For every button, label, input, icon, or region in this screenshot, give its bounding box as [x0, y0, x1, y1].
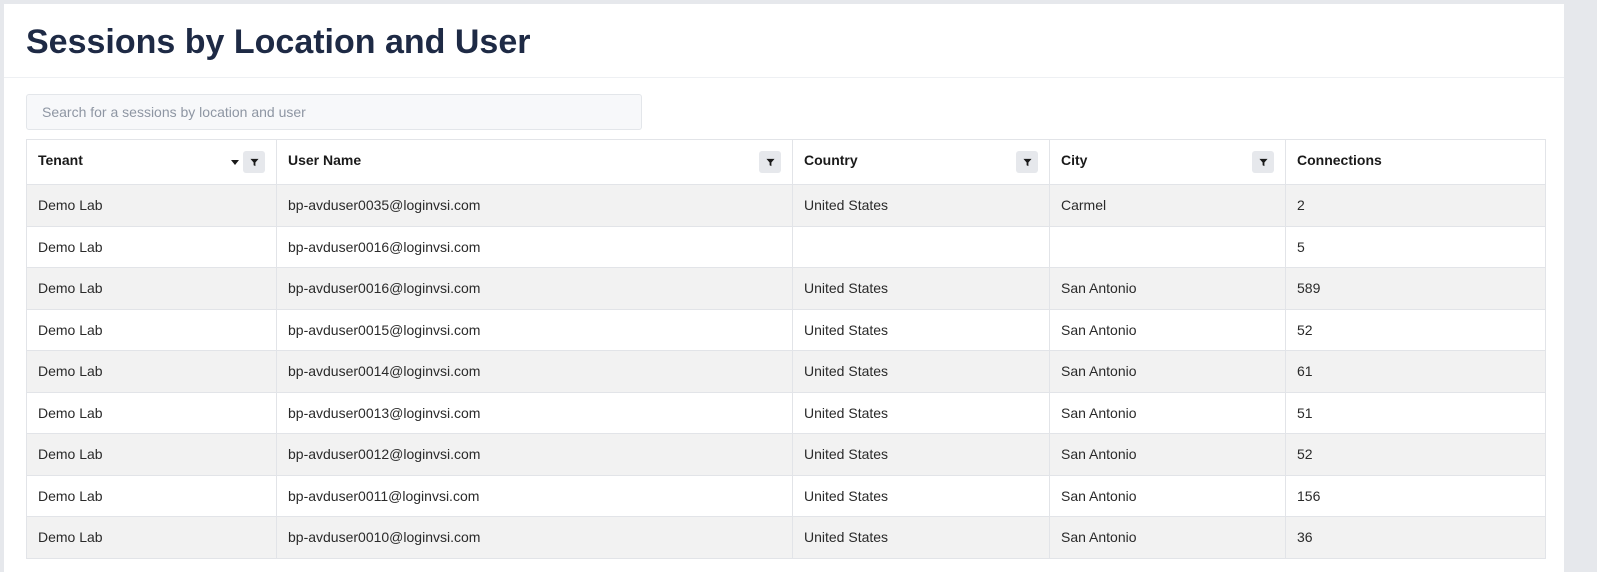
cell-country: United States [792, 474, 1050, 517]
column-header-country[interactable]: Country [792, 139, 1050, 185]
table-row[interactable]: Demo Lab bp-avduser0015@loginvsi.com Uni… [26, 308, 1546, 351]
cell-connections: 589 [1285, 267, 1546, 310]
cell-user-name: bp-avduser0016@loginvsi.com [276, 225, 793, 268]
page-header: Sessions by Location and User [4, 4, 1564, 78]
cell-country: United States [792, 433, 1050, 476]
cell-city: San Antonio [1049, 516, 1286, 559]
cell-user-name: bp-avduser0014@loginvsi.com [276, 350, 793, 393]
column-header-user-name[interactable]: User Name [276, 139, 793, 185]
cell-user-name: bp-avduser0012@loginvsi.com [276, 433, 793, 476]
cell-connections: 36 [1285, 516, 1546, 559]
funnel-icon [1258, 158, 1268, 166]
cell-user-name: bp-avduser0013@loginvsi.com [276, 391, 793, 434]
cell-country: United States [792, 350, 1050, 393]
table-row[interactable]: Demo Lab bp-avduser0035@loginvsi.com Uni… [26, 184, 1546, 227]
cell-connections: 5 [1285, 225, 1546, 268]
column-header-label: User Name [288, 152, 362, 168]
cell-city: San Antonio [1049, 350, 1286, 393]
cell-country: United States [792, 516, 1050, 559]
cell-tenant: Demo Lab [26, 516, 277, 559]
cell-tenant: Demo Lab [26, 184, 277, 227]
cell-connections: 61 [1285, 350, 1546, 393]
cell-city: San Antonio [1049, 474, 1286, 517]
column-header-city[interactable]: City [1049, 139, 1286, 185]
cell-connections: 52 [1285, 308, 1546, 351]
cell-tenant: Demo Lab [26, 225, 277, 268]
cell-city: San Antonio [1049, 267, 1286, 310]
search-input[interactable] [26, 94, 642, 130]
cell-tenant: Demo Lab [26, 433, 277, 476]
cell-city: San Antonio [1049, 433, 1286, 476]
country-filter-button[interactable] [1016, 151, 1038, 173]
table-row[interactable]: Demo Lab bp-avduser0016@loginvsi.com 5 [26, 225, 1546, 268]
cell-tenant: Demo Lab [26, 308, 277, 351]
funnel-icon [765, 158, 775, 166]
table-header-row: Tenant User Name Country City Connection… [26, 139, 1546, 185]
funnel-icon [1022, 158, 1032, 166]
column-header-label: City [1061, 152, 1088, 168]
cell-connections: 52 [1285, 433, 1546, 476]
page-title: Sessions by Location and User [26, 23, 531, 61]
column-header-label: Connections [1297, 152, 1382, 168]
table-row[interactable]: Demo Lab bp-avduser0012@loginvsi.com Uni… [26, 433, 1546, 476]
table-row[interactable]: Demo Lab bp-avduser0013@loginvsi.com Uni… [26, 391, 1546, 434]
sort-desc-icon[interactable] [231, 160, 239, 165]
table-row[interactable]: Demo Lab bp-avduser0010@loginvsi.com Uni… [26, 516, 1546, 559]
cell-city: Carmel [1049, 184, 1286, 227]
cell-city: San Antonio [1049, 391, 1286, 434]
cell-country: United States [792, 184, 1050, 227]
cell-country: United States [792, 267, 1050, 310]
cell-city [1049, 225, 1286, 268]
cell-country [792, 225, 1050, 268]
cell-tenant: Demo Lab [26, 350, 277, 393]
cell-user-name: bp-avduser0035@loginvsi.com [276, 184, 793, 227]
cell-tenant: Demo Lab [26, 267, 277, 310]
cell-country: United States [792, 308, 1050, 351]
table-row[interactable]: Demo Lab bp-avduser0014@loginvsi.com Uni… [26, 350, 1546, 393]
tenant-filter-button[interactable] [243, 151, 265, 173]
funnel-icon [249, 158, 259, 166]
user-name-filter-button[interactable] [759, 151, 781, 173]
column-header-connections[interactable]: Connections [1285, 139, 1546, 185]
cell-connections: 156 [1285, 474, 1546, 517]
cell-connections: 2 [1285, 184, 1546, 227]
cell-user-name: bp-avduser0011@loginvsi.com [276, 474, 793, 517]
cell-tenant: Demo Lab [26, 391, 277, 434]
report-panel: Sessions by Location and User Tenant Us [4, 4, 1564, 572]
cell-user-name: bp-avduser0016@loginvsi.com [276, 267, 793, 310]
cell-connections: 51 [1285, 391, 1546, 434]
cell-country: United States [792, 391, 1050, 434]
cell-user-name: bp-avduser0010@loginvsi.com [276, 516, 793, 559]
column-header-label: Tenant [38, 152, 83, 168]
cell-city: San Antonio [1049, 308, 1286, 351]
table-row[interactable]: Demo Lab bp-avduser0011@loginvsi.com Uni… [26, 474, 1546, 517]
city-filter-button[interactable] [1252, 151, 1274, 173]
sessions-table: Tenant User Name Country City Connection… [26, 139, 1546, 559]
column-header-tenant[interactable]: Tenant [26, 139, 277, 185]
cell-tenant: Demo Lab [26, 474, 277, 517]
cell-user-name: bp-avduser0015@loginvsi.com [276, 308, 793, 351]
column-header-label: Country [804, 152, 858, 168]
table-row[interactable]: Demo Lab bp-avduser0016@loginvsi.com Uni… [26, 267, 1546, 310]
